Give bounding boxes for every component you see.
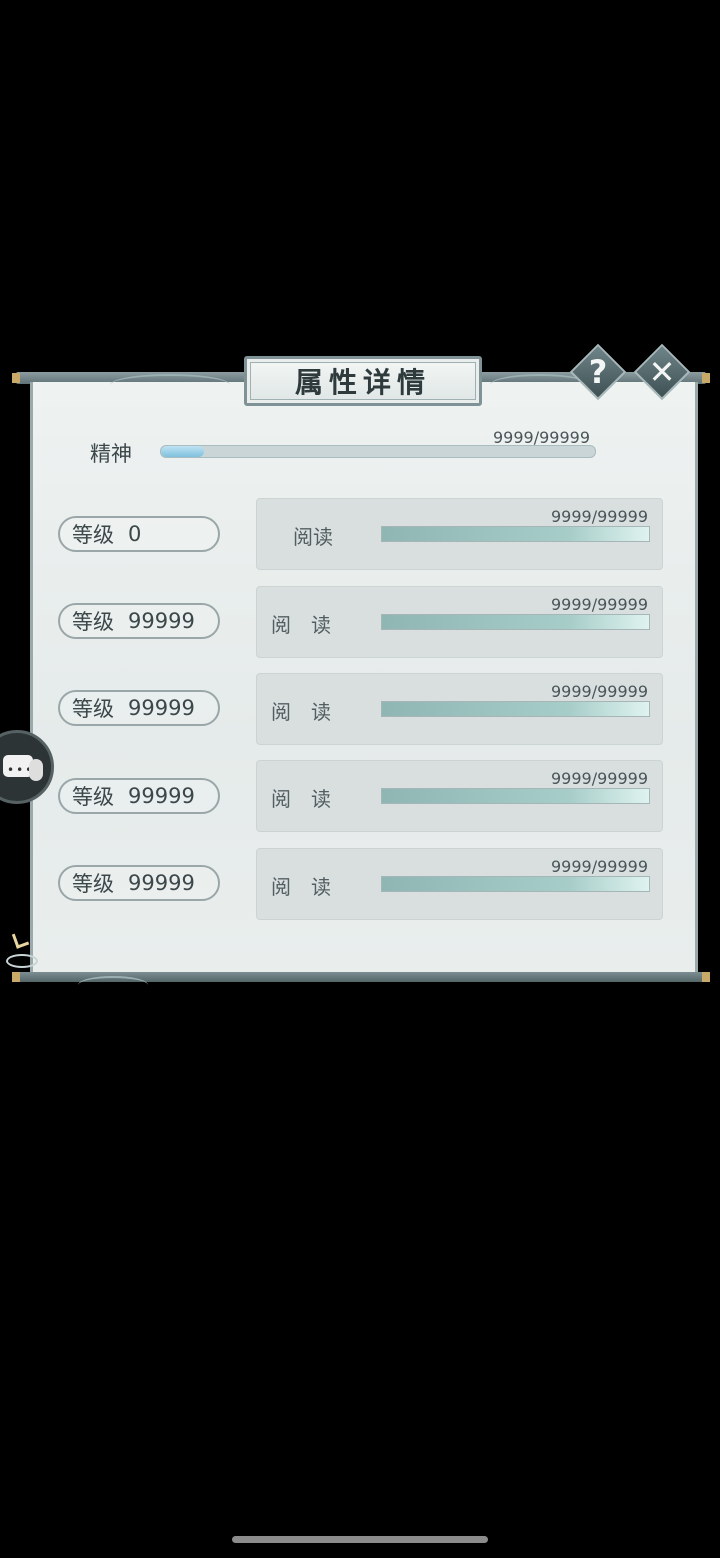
read-progress-fill <box>382 527 649 541</box>
level-badge: 等级 99999 <box>58 603 220 639</box>
spirit-progress-fill <box>161 446 205 457</box>
read-value: 9999/99999 <box>550 682 648 701</box>
lantern-icon <box>6 928 38 968</box>
rod-cap-bottom-left <box>12 972 20 982</box>
read-progress-fill <box>382 702 649 716</box>
help-button[interactable]: ? <box>569 343 627 401</box>
rod-cap-bottom-right <box>702 972 710 982</box>
read-progress-fill <box>382 877 649 891</box>
read-label: 阅读 <box>293 525 333 549</box>
dialog-title: 属性详情 <box>294 366 431 399</box>
close-button[interactable]: ✕ <box>633 343 691 401</box>
gourd-icon <box>29 759 43 781</box>
level-badge: 等级 99999 <box>58 865 220 901</box>
level-badge: 等级 99999 <box>58 778 220 814</box>
rod-cap-right <box>702 373 710 383</box>
read-row[interactable]: 阅 读 9999/99999 <box>256 586 663 658</box>
read-row[interactable]: 阅 读 9999/99999 <box>256 848 663 920</box>
home-indicator <box>232 1536 488 1543</box>
read-progress-fill <box>382 789 649 803</box>
read-row[interactable]: 阅 读 9999/99999 <box>256 673 663 745</box>
read-progress-fill <box>382 615 649 629</box>
level-label: 等级 <box>72 523 114 547</box>
level-label: 等级 <box>72 872 114 896</box>
spirit-label: 精神 <box>90 442 132 466</box>
read-progress-bar <box>381 526 650 542</box>
level-value: 99999 <box>128 696 195 720</box>
read-label: 阅 读 <box>271 787 331 811</box>
level-badge: 等级 0 <box>58 516 220 552</box>
read-label: 阅 读 <box>271 875 331 899</box>
read-progress-bar <box>381 614 650 630</box>
level-label: 等级 <box>72 610 114 634</box>
spirit-progress-bar <box>160 445 596 458</box>
level-value: 99999 <box>128 784 195 808</box>
cloud-ornament-bottom <box>78 976 148 994</box>
level-value: 99999 <box>128 609 195 633</box>
read-progress-bar <box>381 876 650 892</box>
read-value: 9999/99999 <box>550 595 648 614</box>
level-value: 0 <box>128 522 142 546</box>
level-label: 等级 <box>72 697 114 721</box>
read-progress-bar <box>381 788 650 804</box>
read-label: 阅 读 <box>271 700 331 724</box>
read-value: 9999/99999 <box>550 857 648 876</box>
title-plaque: 属性详情 <box>244 356 482 406</box>
question-icon: ? <box>588 353 608 391</box>
rod-cap-left <box>12 373 20 383</box>
read-value: 9999/99999 <box>550 507 648 526</box>
read-progress-bar <box>381 701 650 717</box>
read-label: 阅 读 <box>271 613 331 637</box>
level-value: 99999 <box>128 871 195 895</box>
level-label: 等级 <box>72 785 114 809</box>
read-row[interactable]: 阅读 9999/99999 <box>256 498 663 570</box>
read-value: 9999/99999 <box>550 769 648 788</box>
level-badge: 等级 99999 <box>58 690 220 726</box>
close-icon: ✕ <box>648 353 676 391</box>
cloud-ornament-left <box>110 374 230 396</box>
read-row[interactable]: 阅 读 9999/99999 <box>256 760 663 832</box>
